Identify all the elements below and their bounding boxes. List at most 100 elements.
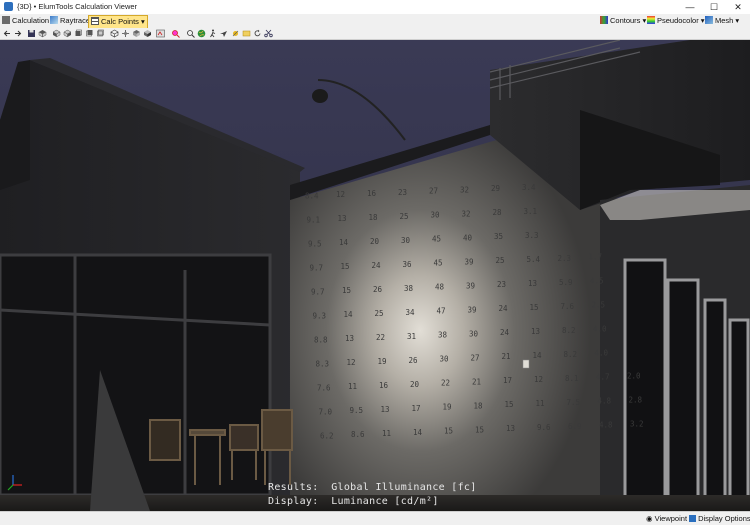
- calc-point-value: 24: [372, 261, 382, 270]
- forward-arrow-icon[interactable]: [13, 29, 22, 38]
- main-toolbar: Calculation ▾ Raytrace ▾ Calc Points ▾ C…: [0, 14, 750, 29]
- mesh-icon: [705, 16, 713, 24]
- calc-point-value: 11: [382, 429, 391, 438]
- view-front-icon[interactable]: [52, 29, 61, 38]
- save-icon[interactable]: [27, 29, 36, 38]
- calc-point-value: 32: [460, 185, 469, 194]
- refresh-icon[interactable]: [253, 29, 262, 38]
- status-bar: ◉ Viewpoint ▾ Display Options ▾: [0, 511, 750, 525]
- calc-point-value: 30: [431, 211, 441, 220]
- view-right-icon[interactable]: [63, 29, 72, 38]
- calc-point-value: 15: [444, 427, 453, 436]
- calc-point-value: 24: [500, 328, 510, 337]
- 3d-viewport[interactable]: 8.4 12 16 23 27 32 29 3.4 9.1 13 18 25 30 32 28 3.1 9.5 1…: [0, 40, 750, 511]
- calc-point-value: 13: [338, 214, 347, 223]
- calc-point-value: 5.9: [559, 278, 573, 287]
- view-bottom-icon[interactable]: [96, 29, 105, 38]
- calc-point-value: 8.1: [565, 374, 579, 383]
- view-back-icon[interactable]: [85, 29, 94, 38]
- calc-point-value: 12: [347, 358, 356, 367]
- calc-point-value: 12: [336, 190, 345, 199]
- calc-point-value: 17: [503, 376, 512, 385]
- orbit-icon[interactable]: [110, 29, 119, 38]
- calc-point-value: 21: [502, 352, 511, 361]
- calc-point-value: 8.8: [314, 335, 328, 344]
- zoom-icon[interactable]: [156, 29, 165, 38]
- sun-icon[interactable]: [231, 29, 240, 38]
- pseudocolor-icon: [647, 16, 655, 24]
- walk-icon[interactable]: [208, 29, 217, 38]
- title-bar: {3D} • ElumTools Calculation Viewer — ☐ …: [0, 0, 750, 15]
- calc-point-value: 5.4: [527, 255, 541, 264]
- calc-point-value: 30: [440, 355, 450, 364]
- view-toolbar: [0, 28, 750, 40]
- left-windows: [0, 253, 272, 497]
- calc-point-value: 7.6: [317, 383, 331, 392]
- pan-icon[interactable]: [121, 29, 130, 38]
- calc-point-value: 9.3: [313, 311, 327, 320]
- maximize-button[interactable]: ☐: [702, 0, 726, 14]
- calc-point-value: 22: [441, 379, 450, 388]
- close-button[interactable]: ✕: [726, 0, 750, 14]
- measure-icon[interactable]: [171, 29, 180, 38]
- window-title: {3D} • ElumTools Calculation Viewer: [17, 2, 138, 11]
- app-icon: [4, 2, 13, 11]
- calc-point-value: 19: [378, 357, 387, 366]
- rotate-icon[interactable]: [132, 29, 141, 38]
- calc-point-value: 23: [497, 280, 506, 289]
- lamp-head: [312, 89, 328, 103]
- calc-point-value: 15: [530, 303, 539, 312]
- calc-point-value: 2.5: [592, 301, 606, 310]
- calc-point-value: 31: [407, 332, 416, 341]
- calc-points-toggle[interactable]: Calc Points ▾: [88, 15, 148, 29]
- minimize-button[interactable]: —: [678, 0, 702, 14]
- back-arrow-icon[interactable]: [3, 29, 12, 38]
- calc-point-value: 9.5: [350, 406, 364, 415]
- view-left-icon[interactable]: [74, 29, 83, 38]
- calc-point-value: 15: [505, 400, 514, 409]
- search-icon[interactable]: [186, 29, 195, 38]
- calc-point-value: 19: [443, 403, 452, 412]
- calc-point-value: 40: [463, 233, 473, 242]
- calculation-menu[interactable]: Calculation ▾: [2, 15, 55, 27]
- pseudocolor-menu[interactable]: Pseudocolor ▾: [647, 15, 705, 27]
- calc-point-value: 16: [367, 189, 377, 198]
- look-icon[interactable]: [242, 29, 251, 38]
- calc-point-value: 9.7: [310, 263, 324, 272]
- calc-point-value: 4.8: [598, 397, 612, 406]
- calc-point-value: 36: [403, 260, 413, 269]
- mesh-menu[interactable]: Mesh ▾: [705, 15, 739, 27]
- scene-render: 8.4 12 16 23 27 32 29 3.4 9.1 13 18 25 30 32 28 3.1 9.5 1…: [0, 40, 750, 511]
- pseudocolor-label: Pseudocolor: [657, 16, 699, 25]
- viewpoint-menu[interactable]: ◉ Viewpoint ▾: [646, 513, 693, 524]
- calc-point-value: 18: [474, 401, 484, 410]
- calc-point-value: 2.3: [558, 254, 572, 263]
- zoom-extents-icon[interactable]: [143, 29, 152, 38]
- globe-icon[interactable]: [197, 29, 206, 38]
- calc-point-value: 9.7: [311, 287, 325, 296]
- display-options-menu[interactable]: Display Options ▾: [689, 513, 750, 524]
- calc-point-value: 8.4: [305, 191, 319, 200]
- calc-point-value: 13: [528, 279, 537, 288]
- calc-point-value: 7.0: [319, 407, 333, 416]
- calc-point-value: 14: [344, 310, 354, 319]
- calc-point-value: 23: [398, 188, 407, 197]
- calc-point-value: 9.6: [537, 423, 551, 432]
- calc-points-label: Calc Points: [101, 17, 139, 26]
- fly-icon[interactable]: [219, 29, 228, 38]
- contours-menu[interactable]: Contours ▾: [600, 15, 646, 27]
- scissors-icon[interactable]: [264, 29, 273, 38]
- calc-point-value: 13: [506, 424, 515, 433]
- contours-icon: [600, 16, 608, 24]
- calc-point-value: 48: [435, 283, 445, 292]
- raytrace-label: Raytrace: [60, 16, 91, 25]
- calc-point-value: 29: [491, 184, 500, 193]
- calc-point-value: 14: [413, 428, 423, 437]
- calc-point-value: 45: [432, 235, 441, 244]
- calc-point-value: 39: [465, 257, 474, 266]
- calc-point-value: 12: [534, 375, 543, 384]
- calc-point-value: 2.8: [629, 395, 643, 404]
- view-top-icon[interactable]: [38, 29, 47, 38]
- calc-point-value: 8.2: [564, 350, 578, 359]
- calc-point-value: 14: [533, 351, 543, 360]
